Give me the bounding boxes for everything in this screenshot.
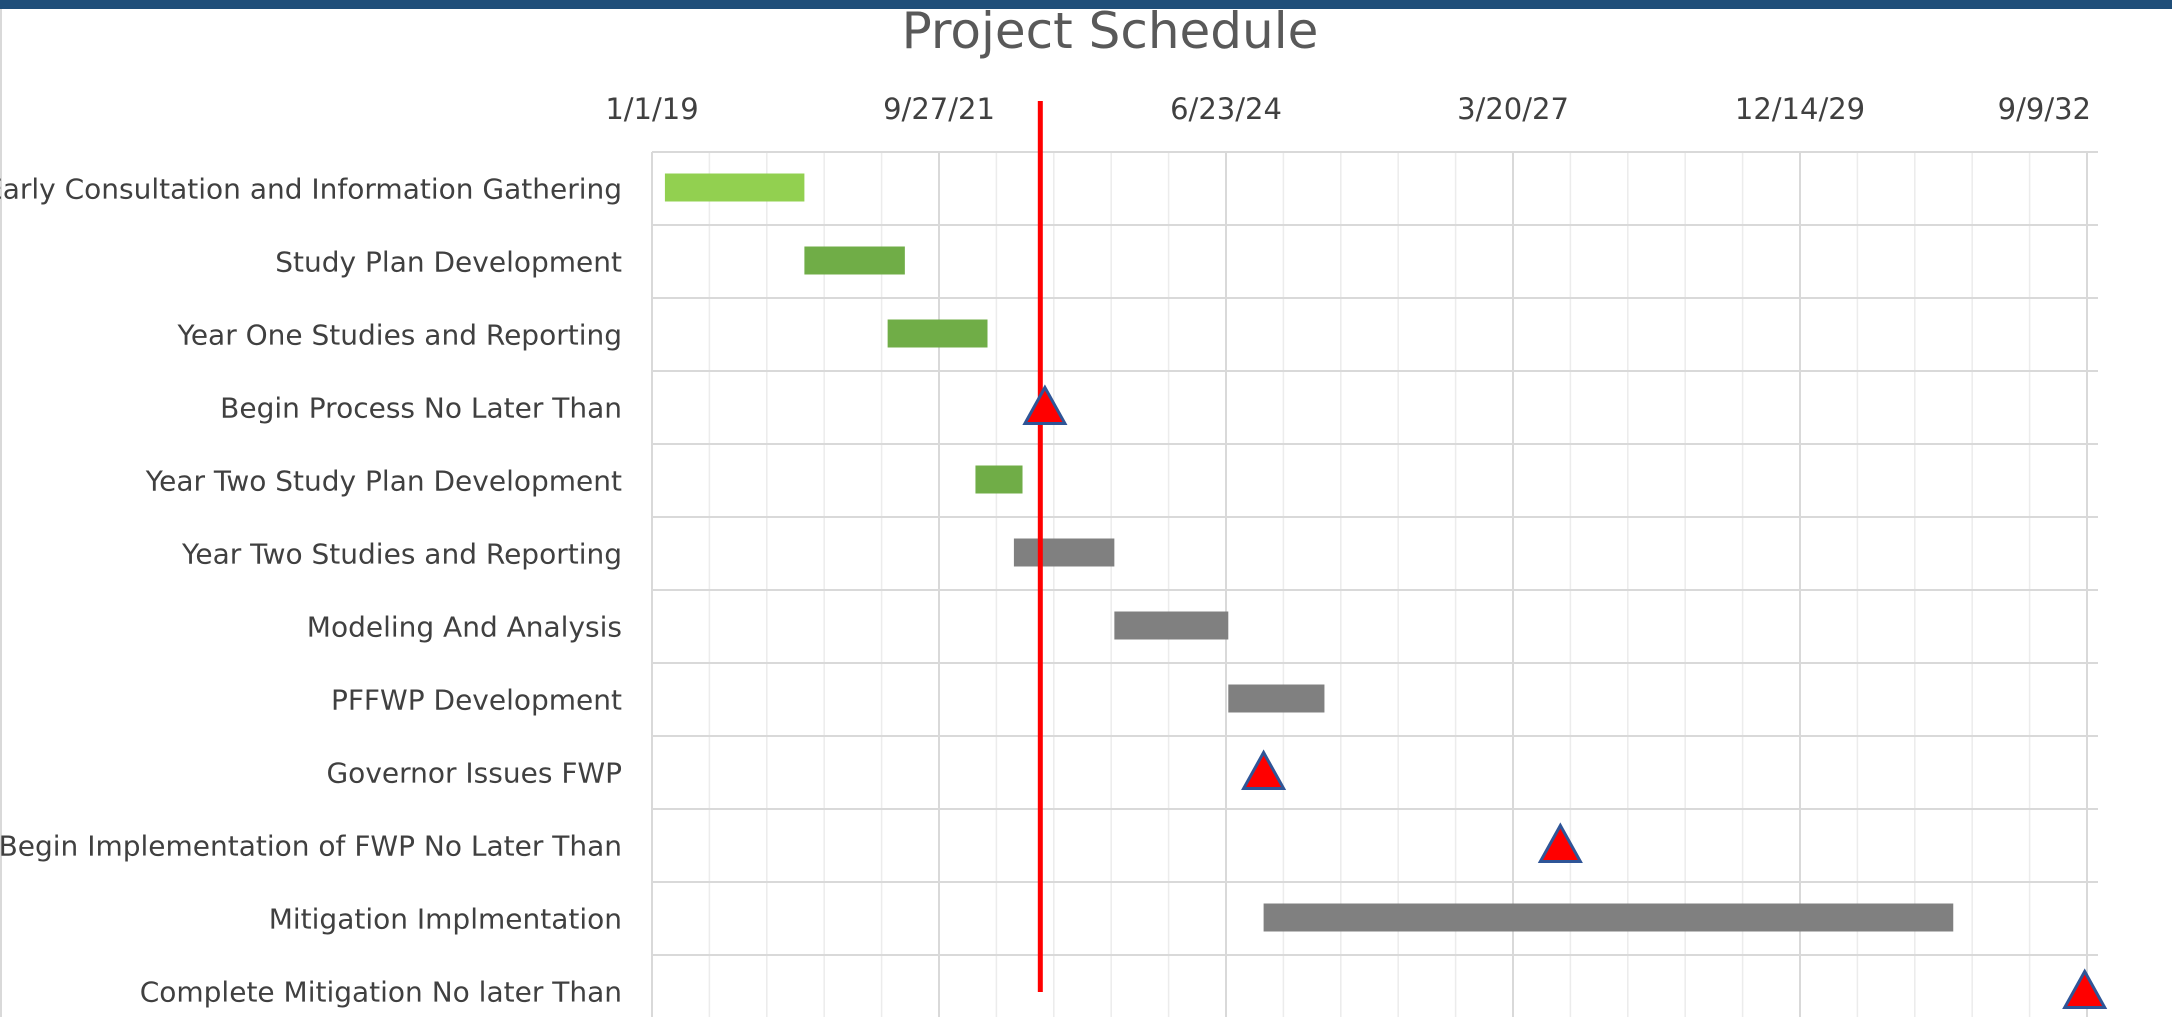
task-label: Begin Process No Later Than (220, 392, 622, 425)
task-bar (1228, 684, 1325, 713)
x-tick-label: 3/20/27 (1457, 92, 1569, 126)
task-label: Year One Studies and Reporting (176, 319, 622, 352)
task-bar (887, 319, 988, 348)
x-axis-ticks: 1/1/19 9/27/21 6/23/24 3/20/27 12/14/29 9/9/3… (605, 92, 2091, 126)
task-label: Mitigation Implmentation (269, 903, 622, 936)
task-label: Complete Mitigation No later Than (140, 976, 622, 1009)
task-label: Early Consultation and Information Gathe… (0, 173, 622, 206)
task-label: Modeling And Analysis (307, 611, 622, 644)
task-bar (804, 246, 905, 275)
task-label: Begin Implementation of FWP No Later Tha… (0, 830, 622, 863)
x-tick-label: 9/9/32 (1998, 92, 2091, 126)
task-label: PFFWP Development (331, 684, 622, 717)
task-bar (1263, 903, 1954, 932)
milestone-marker (1537, 822, 1583, 863)
task-bar (975, 465, 1023, 494)
x-tick-label: 9/27/21 (883, 92, 995, 126)
milestone-marker (2062, 968, 2108, 1009)
x-tick-label: 6/23/24 (1170, 92, 1282, 126)
task-bar (1013, 538, 1115, 567)
task-bar (1114, 611, 1229, 640)
x-tick-label: 12/14/29 (1735, 92, 1865, 126)
task-label: Year Two Study Plan Development (145, 465, 622, 498)
milestone-marker (1022, 384, 1068, 425)
task-bar (664, 173, 805, 202)
task-label: Study Plan Development (275, 246, 622, 279)
milestone-marker (1241, 749, 1287, 790)
grid-lines (651, 151, 2098, 1017)
task-label: Governor Issues FWP (326, 757, 622, 790)
task-label: Year Two Studies and Reporting (181, 538, 622, 571)
gantt-chart: Project Schedule 1/1/19 9/27/21 6/23/24 3/2… (0, 2, 2108, 1017)
task-bars (664, 173, 1954, 932)
task-labels: Early Consultation and Information Gathe… (0, 173, 622, 1009)
x-tick-label: 1/1/19 (605, 92, 698, 126)
chart-title: Project Schedule (902, 2, 1319, 60)
